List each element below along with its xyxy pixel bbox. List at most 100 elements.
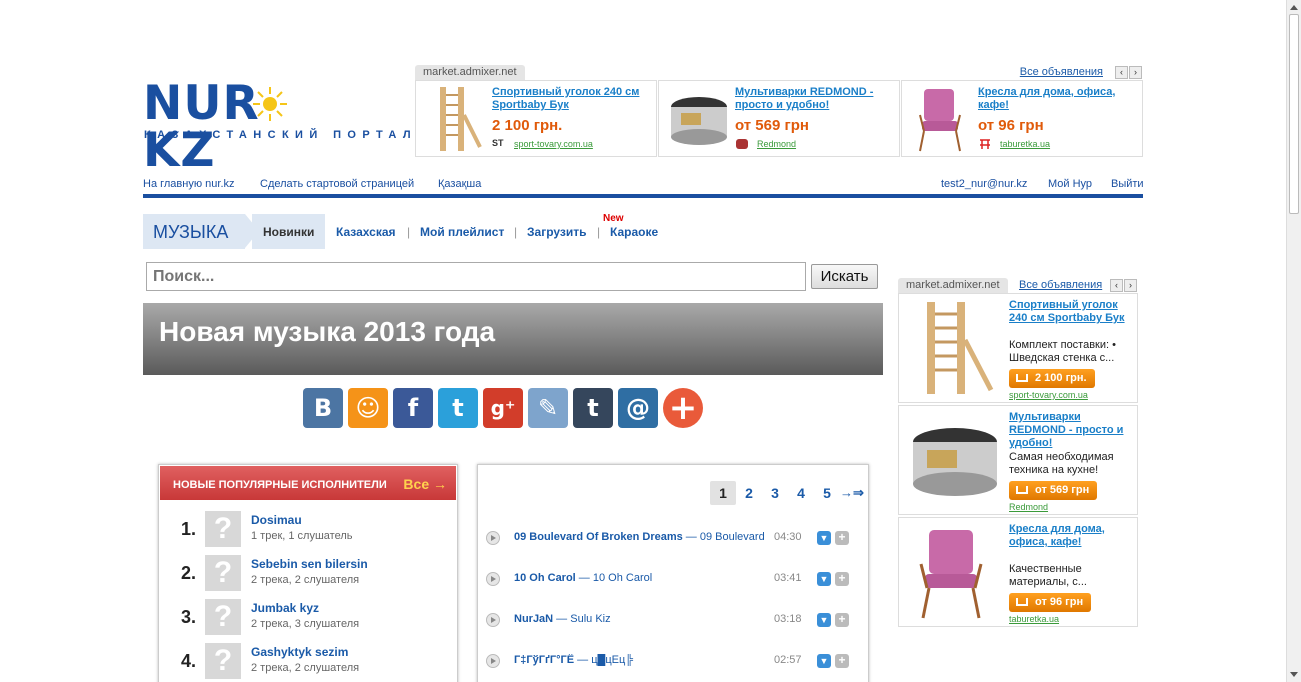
ad-title[interactable]: Кресла для дома, офиса, кафе!: [1009, 523, 1131, 549]
download-icon[interactable]: ▼: [817, 572, 831, 586]
scroll-up-arrow-icon[interactable]: [1290, 5, 1298, 10]
scrollbar-thumb[interactable]: [1289, 14, 1299, 214]
artist-name[interactable]: Gashyktyk sezim: [251, 645, 348, 659]
artist-avatar[interactable]: ?: [205, 511, 241, 547]
artist-row[interactable]: 4. ? Gashyktyk sezim 2 трека, 2 слушател…: [159, 643, 457, 682]
ad-description: Комплект поставки: • Шведская стенка с..…: [1009, 339, 1116, 364]
track-duration: 04:30: [774, 531, 802, 543]
ad-item[interactable]: Спортивный уголок 240 см Sportbaby Бук 2…: [415, 80, 657, 157]
ad-item[interactable]: Мультиварки REDMOND - просто и удобно! С…: [898, 405, 1138, 515]
odnoklassniki-share-icon[interactable]: ☺: [348, 388, 388, 428]
ad-shop-link[interactable]: sport-tovary.com.ua: [1009, 390, 1088, 400]
ad-price-button[interactable]: 2 100 грн.: [1009, 369, 1095, 388]
livejournal-share-icon[interactable]: ✎: [528, 388, 568, 428]
download-icon[interactable]: ▼: [817, 531, 831, 545]
artists-header: НОВЫЕ ПОПУЛЯРНЫЕ ИСПОЛНИТЕЛИ Все →: [160, 466, 456, 500]
track-title[interactable]: NurJaN — Sulu Kiz: [514, 613, 769, 625]
track-row: 10 Oh Carol — 10 Oh Carol 03:41 ▼ +: [478, 567, 868, 603]
play-icon[interactable]: [486, 654, 500, 668]
artist-avatar[interactable]: ?: [205, 643, 241, 679]
artist-name[interactable]: Sebebin sen bilersin: [251, 557, 368, 571]
add-to-playlist-icon[interactable]: +: [835, 531, 849, 545]
tab-upload[interactable]: Загрузить: [527, 225, 586, 239]
ad-item[interactable]: Кресла для дома, офиса, кафе! Качественн…: [898, 517, 1138, 627]
ad-prev-button[interactable]: ‹: [1110, 279, 1123, 292]
ad-item[interactable]: Мультиварки REDMOND - просто и удобно! о…: [658, 80, 900, 157]
ad-price-button[interactable]: от 96 грн: [1009, 593, 1092, 612]
tab-kazakh[interactable]: Казахская: [336, 225, 396, 239]
kazakh-language-link[interactable]: Қазақша: [438, 178, 481, 190]
add-to-playlist-icon[interactable]: +: [835, 613, 849, 627]
mail-share-icon[interactable]: @: [618, 388, 658, 428]
page-5[interactable]: 5: [814, 481, 840, 505]
tab-novinki[interactable]: Новинки: [252, 214, 325, 249]
chair-image: [919, 89, 961, 152]
ad-all-link[interactable]: Все объявления: [1019, 279, 1102, 291]
page-3[interactable]: 3: [762, 481, 788, 505]
tumblr-share-icon[interactable]: t: [573, 388, 613, 428]
facebook-share-icon[interactable]: f: [393, 388, 433, 428]
artist-name[interactable]: Jumbak kyz: [251, 601, 319, 615]
more-share-icon[interactable]: +: [663, 388, 703, 428]
play-icon[interactable]: [486, 531, 500, 545]
add-to-playlist-icon[interactable]: +: [835, 572, 849, 586]
artist-row[interactable]: 1. ? Dosimau 1 трек, 1 слушатель: [159, 511, 457, 555]
ad-title[interactable]: Мультиварки REDMOND - просто и удобно!: [735, 86, 895, 112]
nur-kz-logo[interactable]: NURKZ КАЗАХСТАНСКИЙ ПОРТАЛ: [143, 80, 411, 174]
track-title[interactable]: 10 Oh Carol — 10 Oh Carol: [514, 572, 769, 584]
ad-next-button[interactable]: ›: [1129, 66, 1142, 79]
ad-shop-link[interactable]: taburetka.ua: [1000, 139, 1050, 149]
shop-logo-icon: [735, 138, 749, 150]
download-icon[interactable]: ▼: [817, 654, 831, 668]
track-title[interactable]: Г‡ГўГґГ°ГЁ — ц█цЕц╠: [514, 654, 769, 666]
artist-avatar[interactable]: ?: [205, 599, 241, 635]
tab-karaoke[interactable]: Караоке: [610, 225, 658, 239]
ad-prev-button[interactable]: ‹: [1115, 66, 1128, 79]
section-title[interactable]: МУЗЫКА: [143, 214, 259, 249]
ad-item[interactable]: Спортивный уголок 240 см Sportbaby Бук К…: [898, 293, 1138, 403]
ad-price-button[interactable]: от 569 грн: [1009, 481, 1098, 500]
ad-title[interactable]: Спортивный уголок 240 см Sportbaby Бук: [492, 86, 652, 112]
play-icon[interactable]: [486, 613, 500, 627]
ad-description: Качественные материалы, с...: [1009, 563, 1087, 588]
ad-title[interactable]: Спортивный уголок 240 см Sportbaby Бук: [1009, 299, 1131, 325]
ad-shop-link[interactable]: sport-tovary.com.ua: [514, 139, 593, 149]
vk-share-icon[interactable]: В: [303, 388, 343, 428]
ad-title[interactable]: Мультиварки REDMOND - просто и удобно!: [1009, 411, 1131, 450]
ad-price: от 569 грн: [735, 117, 809, 134]
page-4[interactable]: 4: [788, 481, 814, 505]
artist-row[interactable]: 3. ? Jumbak kyz 2 трека, 3 слушателя: [159, 599, 457, 643]
ad-shop-link[interactable]: Redmond: [757, 139, 796, 149]
home-link[interactable]: На главную nur.kz: [143, 178, 235, 190]
next-page-arrow-icon[interactable]: →⇒: [840, 485, 866, 501]
vertical-scrollbar[interactable]: [1286, 0, 1301, 682]
artists-all-link[interactable]: Все →: [403, 476, 447, 492]
user-email-link[interactable]: test2_nur@nur.kz: [941, 178, 1027, 190]
ad-next-button[interactable]: ›: [1124, 279, 1137, 292]
track-title[interactable]: 09 Boulevard Of Broken Dreams — 09 Boule…: [514, 531, 769, 543]
tab-my-playlist[interactable]: Мой плейлист: [420, 225, 504, 239]
artist-row[interactable]: 2. ? Sebebin sen bilersin 2 трека, 2 слу…: [159, 555, 457, 599]
make-start-page-link[interactable]: Сделать стартовой страницей: [260, 178, 414, 190]
search-input[interactable]: [146, 262, 806, 291]
download-icon[interactable]: ▼: [817, 613, 831, 627]
artist-avatar[interactable]: ?: [205, 555, 241, 591]
search-button[interactable]: Искать: [811, 264, 878, 289]
logout-link[interactable]: Выйти: [1111, 178, 1144, 190]
ad-shop-link[interactable]: Redmond: [1009, 502, 1048, 512]
google-plus-share-icon[interactable]: g⁺: [483, 388, 523, 428]
ad-shop-link[interactable]: taburetka.ua: [1009, 614, 1059, 624]
artist-name[interactable]: Dosimau: [251, 513, 302, 527]
artist-rank: 2.: [181, 563, 197, 583]
page-2[interactable]: 2: [736, 481, 762, 505]
play-icon[interactable]: [486, 572, 500, 586]
ad-title[interactable]: Кресла для дома, офиса, кафе!: [978, 86, 1138, 112]
add-to-playlist-icon[interactable]: +: [835, 654, 849, 668]
new-tracks-panel: 1 2 3 4 5 →⇒ 09 Boulevard Of Broken Drea…: [477, 464, 869, 682]
ad-all-link[interactable]: Все объявления: [1020, 66, 1103, 78]
page-1[interactable]: 1: [710, 481, 736, 505]
ad-item[interactable]: Кресла для дома, офиса, кафе! от 96 грн …: [901, 80, 1143, 157]
scroll-down-arrow-icon[interactable]: [1290, 672, 1298, 677]
twitter-share-icon[interactable]: t: [438, 388, 478, 428]
my-nur-link[interactable]: Мой Нур: [1048, 178, 1092, 190]
